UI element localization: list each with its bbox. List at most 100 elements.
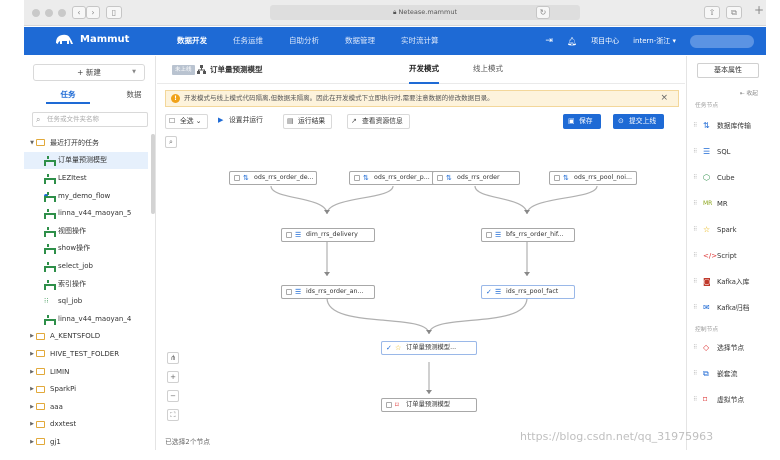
workflow-node[interactable]: ☰ dim_rrs_delivery [281,228,375,242]
run-result-button[interactable]: ▤ 运行结果 [283,114,333,129]
tabs-icon[interactable]: ⧉ [726,6,742,19]
workflow-node[interactable]: ⇅ ods_rrs_pool_noi... [549,171,637,185]
palette-spark[interactable]: ⠿ ☆ Spark [687,220,767,240]
workflow-node[interactable]: ✓ ☰ ids_rrs_pool_fact [481,285,575,299]
tree-task-item[interactable]: my_demo_flow [24,187,148,205]
tree-folder[interactable]: ▶ SparkPi [24,380,148,398]
tree-task-item[interactable]: LEZItest [24,169,148,187]
app-logo[interactable]: Mammut [54,33,129,45]
nav-self-analysis[interactable]: 自助分析 [276,27,332,55]
node-checkbox[interactable] [386,402,392,408]
save-button[interactable]: ▣ 保存 [563,114,601,129]
chevron-right-icon[interactable]: ▶ [28,333,36,339]
address-bar[interactable]: 🔒︎ Netease.mammut [270,5,580,20]
palette-kafka-archive[interactable]: ⠿ ✉ Kafka归档 [687,298,767,318]
tree-task-item[interactable]: 视图操作 [24,222,148,240]
tree-folder[interactable]: ▶ gj1 [24,433,148,450]
canvas-search-icon[interactable]: ⌕ [165,136,177,148]
user-menu[interactable] [690,34,754,48]
tree-task-item[interactable]: 订单量预测模型 [24,151,148,170]
close-icon[interactable]: × [660,91,668,106]
export-icon[interactable]: ⇥ [545,36,553,46]
back-button[interactable]: ‹ [72,6,86,19]
drag-handle-icon[interactable]: ⠿ [693,338,697,358]
new-button[interactable]: + 新建 ▼ [33,64,145,81]
workflow-canvas[interactable]: ⇅ ods_rrs_order_de... ⇅ ods_rrs_order_p.… [157,152,685,432]
workflow-node[interactable]: ⇅ ods_rrs_order_p... [349,171,437,185]
sidebar-toggle-icon[interactable]: ▯ [106,6,122,19]
drag-handle-icon[interactable]: ⠿ [693,272,697,292]
chevron-right-icon[interactable]: ▶ [28,386,36,392]
view-resource-button[interactable]: ↗ 查看资源信息 [347,114,410,129]
drag-handle-icon[interactable]: ⠿ [693,220,697,240]
nav-stream-compute[interactable]: 实时流计算 [388,27,452,55]
set-and-run-button[interactable]: ▶ 设置并运行 [215,114,269,129]
workflow-node[interactable]: ⇅ ods_rrs_order [432,171,520,185]
zoom-in-icon[interactable]: + [167,371,179,383]
workflow-node[interactable]: ⌑ 订单量预测模型 [381,398,477,412]
tree-folder[interactable]: ▼ 最近打开的任务 [24,134,148,152]
chevron-right-icon[interactable]: ▶ [28,439,36,445]
nav-task-ops[interactable]: 任务运维 [220,27,276,55]
tree-task-item[interactable]: 索引操作 [24,275,148,293]
tab-tasks[interactable]: 任务 [46,88,90,104]
workflow-node[interactable]: ☰ bfs_rrs_order_hif... [481,228,575,242]
node-checkbox[interactable] [286,232,292,238]
nav-data-management[interactable]: 数据管理 [332,27,388,55]
reload-icon[interactable]: ↻ [536,6,550,19]
drag-handle-icon[interactable]: ⠿ [693,194,697,214]
chevron-right-icon[interactable]: ▶ [28,369,36,375]
palette-script[interactable]: ⠿ </> Script [687,246,767,266]
layout-icon[interactable]: ⋔ [167,352,179,364]
window-controls[interactable] [32,9,66,17]
tree-task-item[interactable]: show操作 [24,240,148,258]
palette-cube[interactable]: ⠿ ⬡ Cube [687,168,767,188]
select-all-dropdown[interactable]: ☐ 全选 ⌄ [165,114,209,129]
palette-nested-flow[interactable]: ⠿ ⧉ 嵌套流 [687,364,767,384]
drag-handle-icon[interactable]: ⠿ [693,364,697,384]
tree-folder[interactable]: ▶ dxxtest [24,416,148,434]
palette-kafka-in[interactable]: ⠿ ◙ Kafka入库 [687,272,767,292]
tree-folder[interactable]: ▶ HIVE_TEST_FOLDER [24,345,148,363]
node-checkbox[interactable] [234,175,240,181]
palette-sql[interactable]: ⠿ ☰ SQL [687,142,767,162]
task-search-input[interactable]: ⌕ 任务或文件夹名称 [32,112,148,127]
fit-screen-icon[interactable]: ⛶ [167,409,179,421]
tree-folder[interactable]: ▶ aaa [24,398,148,416]
palette-virtual[interactable]: ⠿ ⌑ 虚拟节点 [687,390,767,410]
chevron-right-icon[interactable]: ▶ [28,404,36,410]
chevron-right-icon[interactable]: ▶ [28,421,36,427]
workspace-selector[interactable]: intern-浙江 ▾ [633,36,676,46]
drag-handle-icon[interactable]: ⠿ [693,116,697,136]
bell-icon[interactable]: 🔔︎ [567,37,577,46]
workflow-node[interactable]: ☰ ids_rrs_order_an... [281,285,375,299]
share-icon[interactable]: ⇧ [704,6,720,19]
node-checkbox[interactable]: ✓ [486,289,492,296]
tree-task-item[interactable]: linna_v44_maoyan_5 [24,204,148,222]
tree-folder[interactable]: ▶ LIMIN [24,363,148,381]
node-checkbox[interactable] [554,175,560,181]
chevron-right-icon[interactable]: ▶ [28,351,36,357]
basic-properties-button[interactable]: 基本属性 [697,63,759,78]
project-center-link[interactable]: 项目中心 [591,36,619,46]
nav-data-dev[interactable]: 数据开发 [164,27,220,55]
forward-button[interactable]: › [86,6,100,19]
palette-choice[interactable]: ⠿ ◇ 选择节点 [687,338,767,358]
node-checkbox[interactable]: ✓ [386,345,392,352]
sidebar-scrollbar[interactable] [151,134,155,214]
node-checkbox[interactable] [354,175,360,181]
drag-handle-icon[interactable]: ⠿ [693,168,697,188]
drag-handle-icon[interactable]: ⠿ [693,246,697,266]
new-tab-icon[interactable]: + [754,3,764,17]
node-checkbox[interactable] [486,232,492,238]
tree-task-item[interactable]: select_job [24,257,148,275]
tree-folder[interactable]: ▶ A_KENTSFOLD [24,328,148,346]
drag-handle-icon[interactable]: ⠿ [693,390,697,410]
drag-handle-icon[interactable]: ⠿ [693,298,697,318]
zoom-out-icon[interactable]: − [167,390,179,402]
tab-data[interactable]: 数据 [112,88,155,104]
node-checkbox[interactable] [437,175,443,181]
workflow-node[interactable]: ✓ ☆ 订单量预测模型... [381,341,477,355]
chevron-down-icon[interactable]: ▼ [28,140,36,146]
workflow-node[interactable]: ⇅ ods_rrs_order_de... [229,171,317,185]
